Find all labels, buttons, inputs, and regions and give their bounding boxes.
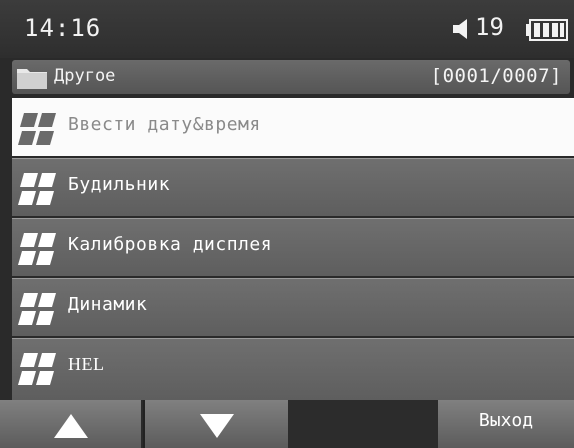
settings-grid-icon	[18, 353, 56, 385]
menu-item-label: Динамик	[68, 294, 148, 315]
softkey-bar: Выход	[0, 400, 574, 448]
exit-button[interactable]: Выход	[438, 400, 574, 448]
menu-item-label: Будильник	[68, 174, 171, 195]
menu-item-date-time[interactable]: Ввести дату&время	[12, 98, 574, 156]
battery-icon	[526, 19, 568, 41]
menu-item-speaker[interactable]: Динамик	[12, 278, 574, 336]
device-screen: 14:16 19 Другое [0001/0007] Ввести дату&…	[0, 0, 574, 448]
scroll-down-button[interactable]	[145, 400, 288, 448]
arrow-down-icon	[199, 414, 234, 438]
settings-grid-icon	[18, 113, 56, 145]
menu-item-display-calibration[interactable]: Калибровка дисплея	[12, 218, 574, 276]
clock: 14:16	[24, 14, 102, 42]
menu-item-label: Калибровка дисплея	[68, 234, 273, 255]
arrow-up-icon	[53, 414, 88, 438]
menu-item-label: HEL	[68, 354, 105, 374]
speaker-icon	[453, 19, 467, 39]
volume-level: 19	[475, 13, 504, 41]
empty-softkey	[288, 400, 438, 448]
folder-icon	[17, 69, 47, 89]
settings-grid-icon	[18, 293, 56, 325]
menu-item-hel[interactable]: HEL	[12, 338, 574, 400]
page-counter: [0001/0007]	[430, 65, 562, 87]
settings-grid-icon	[18, 233, 56, 265]
status-bar: 14:16 19	[0, 0, 574, 58]
menu-item-alarm[interactable]: Будильник	[12, 158, 574, 216]
menu-item-label: Ввести дату&время	[68, 114, 261, 135]
folder-name: Другое	[54, 66, 116, 86]
exit-button-label: Выход	[478, 410, 534, 431]
folder-header: Другое [0001/0007]	[12, 60, 570, 94]
scroll-up-button[interactable]	[0, 400, 143, 448]
settings-grid-icon	[18, 173, 56, 205]
